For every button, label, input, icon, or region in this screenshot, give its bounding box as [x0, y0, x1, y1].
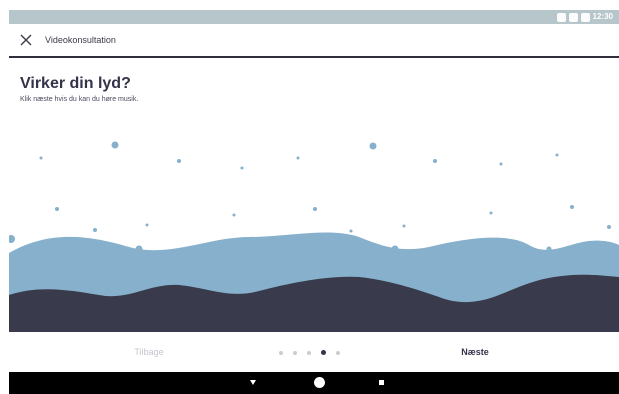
note-dot [369, 142, 377, 150]
system-nav-bar [9, 372, 619, 394]
page-dot-active [321, 350, 326, 355]
note-dot [313, 207, 317, 211]
note-dot [555, 153, 559, 157]
toolbar-title: Videokonsultation [45, 35, 116, 45]
battery-icon [580, 12, 590, 22]
recent-apps-icon[interactable] [379, 380, 384, 385]
note-dot [499, 162, 503, 166]
page-indicator [279, 350, 340, 355]
page-subtitle: Klik næste hvis du kan du høre musik. [20, 96, 139, 103]
status-bar: 12:30 [9, 10, 619, 24]
note-dot [296, 156, 300, 160]
note-dot [607, 225, 611, 229]
toolbar: Videokonsultation [9, 24, 619, 58]
note-dot [402, 224, 406, 228]
music-wave-illustration [9, 125, 619, 332]
home-icon[interactable] [314, 377, 325, 388]
signal-icon [568, 12, 578, 22]
note-dot [177, 159, 181, 163]
note-dot [240, 166, 244, 170]
onboarding-footer: Tilbage Næste [9, 335, 619, 372]
status-icons: 12:30 [556, 12, 613, 22]
page-dot [307, 350, 311, 355]
wifi-icon [556, 12, 566, 22]
status-time: 12:30 [592, 12, 613, 21]
close-icon[interactable] [19, 33, 33, 47]
back-icon[interactable] [250, 380, 256, 385]
note-dot [489, 211, 493, 215]
note-dot [135, 245, 143, 253]
note-dot [546, 246, 552, 252]
note-dot [232, 213, 236, 217]
note-dot [93, 228, 97, 232]
note-dot [349, 229, 353, 233]
note-dot [55, 207, 59, 211]
next-button[interactable]: Næste [435, 347, 515, 357]
note-dot [433, 159, 437, 163]
page-dot [293, 350, 297, 355]
page-dot [336, 350, 340, 355]
page-title: Virker din lyd? [20, 75, 131, 92]
back-button[interactable]: Tilbage [109, 347, 189, 357]
page-dot [279, 350, 283, 355]
note-dot [111, 141, 119, 149]
note-dot [391, 245, 399, 253]
note-dot [570, 205, 574, 209]
note-dot [145, 223, 149, 227]
note-dot [39, 156, 43, 160]
